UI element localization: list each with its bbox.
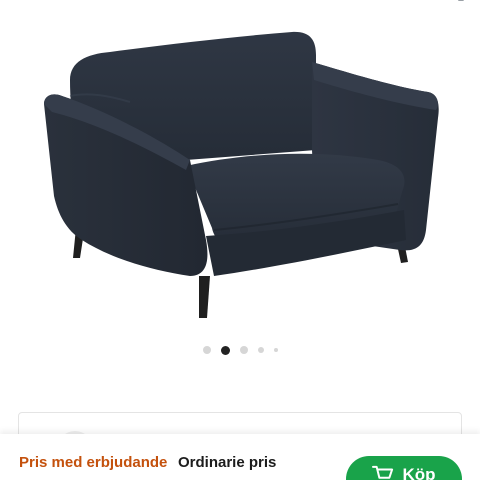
pagination-dot[interactable] <box>202 346 211 354</box>
gallery-pagination <box>0 343 480 357</box>
pagination-dot[interactable] <box>257 347 264 353</box>
armchair-image <box>44 31 439 318</box>
offer-price-label: Pris med erbjudande <box>19 454 168 471</box>
product-page: ▲ Pris med erbjudande Ordinarie pris Köp <box>0 0 480 480</box>
pagination-dot-active[interactable] <box>220 345 230 355</box>
cart-icon <box>372 465 394 479</box>
chevron-up-icon: ▲ <box>456 0 470 4</box>
regular-price-label: Ordinarie pris <box>178 454 277 471</box>
pagination-dot[interactable] <box>239 346 248 354</box>
buy-button-label: Köp <box>402 465 436 480</box>
buy-button[interactable]: Köp <box>346 456 462 480</box>
pagination-dot[interactable] <box>273 348 278 352</box>
product-image-gallery[interactable] <box>0 0 480 330</box>
